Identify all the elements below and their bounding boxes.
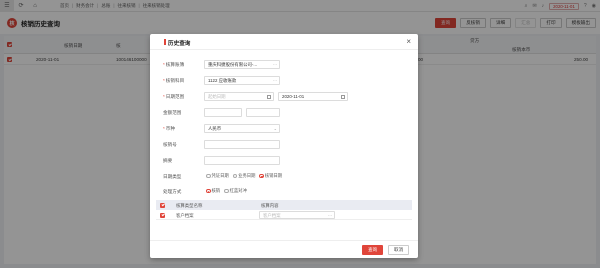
subtable-row-type: 客户档案 bbox=[176, 212, 194, 218]
calendar-icon bbox=[341, 94, 345, 99]
dialog-footer: 查询 取消 bbox=[150, 240, 418, 258]
subtable-row-checkbox[interactable] bbox=[160, 212, 165, 218]
accounting-type-table: 核算类型名称 核算内容 客户档案 客户档案 ⋯ bbox=[156, 200, 412, 220]
subtable-header: 核算类型名称 核算内容 bbox=[156, 200, 412, 210]
datetype-option-verify[interactable]: 核销日期 bbox=[259, 173, 282, 179]
dialog-cancel-button[interactable]: 取消 bbox=[388, 245, 410, 255]
amount-max-input[interactable] bbox=[246, 108, 280, 117]
close-icon[interactable]: × bbox=[406, 37, 411, 46]
book-label: *核算账簿 bbox=[163, 62, 185, 67]
amount-label: 金额范围 bbox=[163, 110, 182, 115]
datetype-option-business[interactable]: 业务日期 bbox=[232, 173, 255, 179]
subtable-header-type: 核算类型名称 bbox=[176, 202, 203, 208]
history-query-dialog: 历史查询 × *核算账簿 重庆科捷股份有限公司-... ⋯ *核销科目 1122 … bbox=[150, 34, 418, 258]
datetype-radio-group: 凭证日期 业务日期 核销日期 bbox=[206, 173, 282, 179]
currency-label: *币种 bbox=[163, 126, 175, 131]
amount-min-input[interactable] bbox=[204, 108, 242, 117]
dialog-title: 历史查询 bbox=[163, 39, 191, 47]
subject-select[interactable]: 1122 应收账款 ⋯ bbox=[204, 76, 280, 85]
dialog-header: 历史查询 × bbox=[150, 34, 418, 50]
currency-select[interactable]: 人民币 ⌄ bbox=[204, 124, 280, 133]
subtable-select-all-checkbox[interactable] bbox=[160, 202, 165, 208]
customer-archive-input[interactable]: 客户档案 ⋯ bbox=[259, 211, 335, 219]
method-label: 处理方式 bbox=[163, 189, 182, 194]
method-option-offset[interactable]: 红蓝对冲 bbox=[224, 188, 247, 194]
summary-input[interactable] bbox=[204, 156, 280, 165]
datetype-option-voucher[interactable]: 凭证日期 bbox=[206, 173, 229, 179]
dropdown-icon: ⌄ bbox=[273, 126, 277, 131]
start-date-input[interactable]: 起始日期 bbox=[204, 92, 274, 101]
table-row[interactable]: 客户档案 客户档案 ⋯ bbox=[156, 210, 412, 220]
dropdown-icon: ⋯ bbox=[273, 62, 277, 67]
subtable-header-content: 核算内容 bbox=[261, 202, 279, 208]
book-select[interactable]: 重庆科捷股份有限公司-... ⋯ bbox=[204, 60, 280, 69]
summary-label: 摘要 bbox=[163, 158, 173, 163]
dropdown-icon: ⋯ bbox=[328, 213, 332, 218]
calendar-icon bbox=[267, 94, 271, 99]
end-date-input[interactable]: 2020-11-01 bbox=[278, 92, 348, 101]
method-radio-group: 核销 红蓝对冲 bbox=[206, 188, 247, 194]
verifyno-input[interactable] bbox=[204, 140, 280, 149]
verifyno-label: 核销号 bbox=[163, 142, 177, 147]
daterange-label: *日期范围 bbox=[163, 94, 185, 99]
dialog-query-button[interactable]: 查询 bbox=[362, 245, 384, 255]
dropdown-icon: ⋯ bbox=[273, 78, 277, 83]
method-option-verify[interactable]: 核销 bbox=[206, 188, 220, 194]
subject-label: *核销科目 bbox=[163, 78, 185, 83]
datetype-label: 日期类型 bbox=[163, 174, 182, 179]
